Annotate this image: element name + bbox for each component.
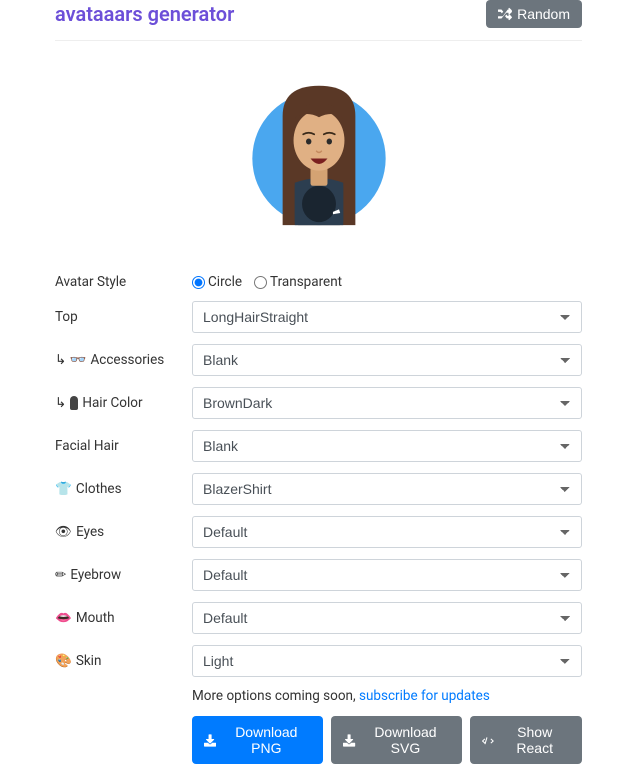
- radio-circle-label: Circle: [208, 274, 242, 290]
- eyes-label: 👁 Eyes: [55, 524, 192, 540]
- clothes-icon: 👕: [55, 481, 72, 497]
- clothes-select[interactable]: BlazerShirt: [192, 473, 582, 505]
- download-png-label: Download PNG: [221, 724, 311, 756]
- eyebrow-label: ✏ Eyebrow: [55, 567, 192, 583]
- download-png-button[interactable]: Download PNG: [192, 716, 323, 764]
- hair-color-label: ↳ Hair Color: [55, 395, 192, 411]
- download-svg-button[interactable]: Download SVG: [331, 716, 462, 764]
- eyebrow-select[interactable]: Default: [192, 559, 582, 591]
- radio-circle[interactable]: [192, 276, 205, 289]
- random-button[interactable]: Random: [486, 0, 582, 28]
- more-options-text: More options coming soon, subscribe for …: [192, 688, 582, 704]
- hair-color-icon: ↳: [55, 395, 66, 411]
- skin-select[interactable]: Light: [192, 645, 582, 677]
- avatar-image: [239, 71, 399, 246]
- facial-hair-label: Facial Hair: [55, 438, 192, 454]
- hair-color-select[interactable]: BrownDark: [192, 387, 582, 419]
- top-select[interactable]: LongHairStraight: [192, 301, 582, 333]
- facial-hair-select[interactable]: Blank: [192, 430, 582, 462]
- page-title: avataaars generator: [55, 2, 234, 26]
- radio-transparent-label: Transparent: [270, 274, 342, 290]
- accessories-icon: ↳ 👓: [55, 352, 86, 368]
- avatar-preview: [55, 41, 582, 274]
- random-button-label: Random: [517, 6, 570, 22]
- download-icon: [343, 734, 355, 747]
- radio-transparent[interactable]: [254, 276, 267, 289]
- download-icon: [204, 734, 216, 747]
- top-label: Top: [55, 309, 192, 325]
- show-react-button[interactable]: Show React: [470, 716, 582, 764]
- eyebrow-icon: ✏: [55, 567, 66, 583]
- skin-label: 🎨 Skin: [55, 653, 192, 669]
- clothes-label: 👕 Clothes: [55, 481, 192, 497]
- avatar-style-circle[interactable]: Circle: [192, 274, 242, 290]
- show-react-label: Show React: [499, 724, 570, 756]
- mouth-select[interactable]: Default: [192, 602, 582, 634]
- accessories-label: ↳ 👓 Accessories: [55, 352, 192, 368]
- skin-icon: 🎨: [55, 653, 72, 669]
- hair-emoji-icon: [70, 396, 78, 410]
- avatar-style-transparent[interactable]: Transparent: [254, 274, 342, 290]
- code-icon: [482, 734, 494, 747]
- accessories-select[interactable]: Blank: [192, 344, 582, 376]
- mouth-label: 👄 Mouth: [55, 610, 192, 626]
- eyes-select[interactable]: Default: [192, 516, 582, 548]
- subscribe-link[interactable]: subscribe for updates: [359, 688, 490, 704]
- random-icon: [498, 7, 512, 21]
- mouth-icon: 👄: [55, 610, 72, 626]
- download-svg-label: Download SVG: [361, 724, 451, 756]
- eyes-icon: 👁: [55, 524, 72, 540]
- avatar-style-label: Avatar Style: [55, 274, 192, 290]
